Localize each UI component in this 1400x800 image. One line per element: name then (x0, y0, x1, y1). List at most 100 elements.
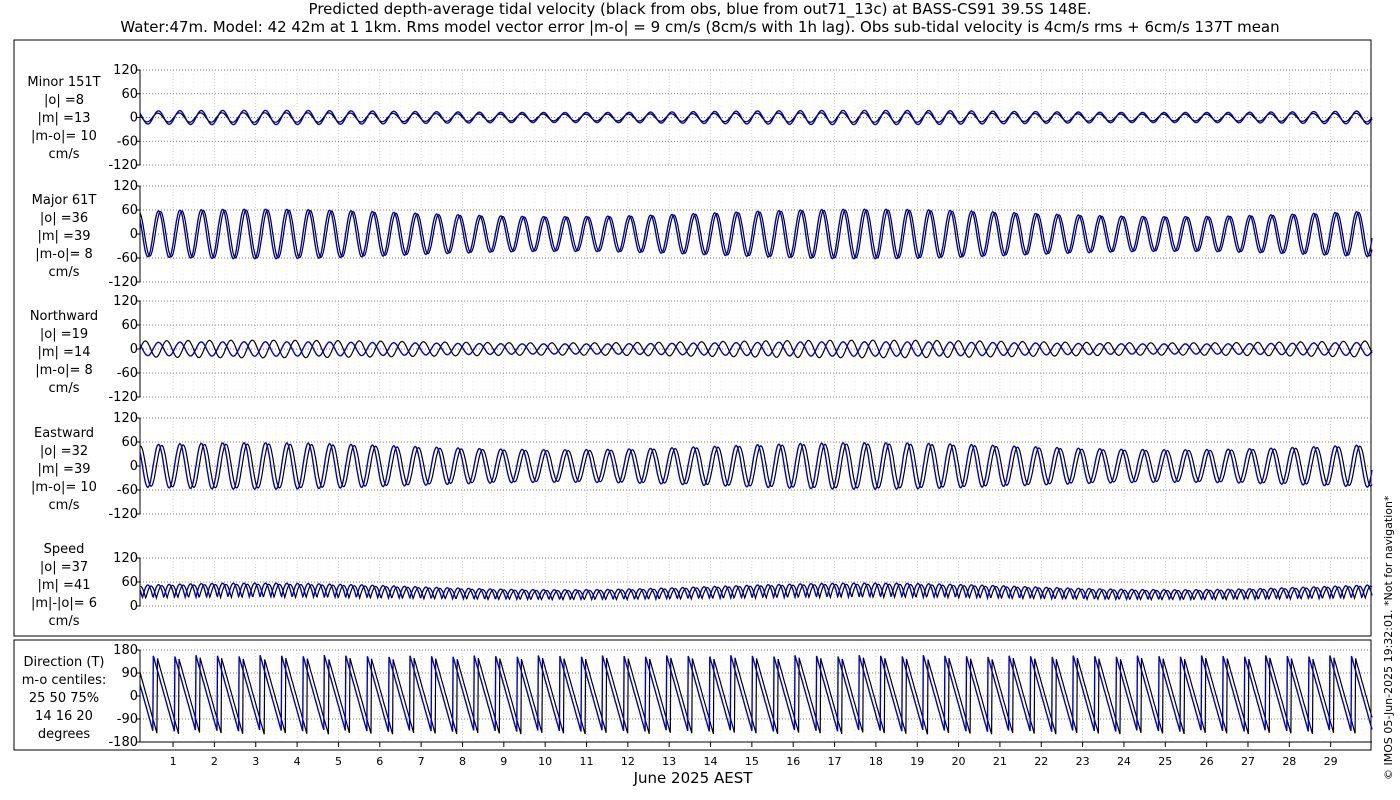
panel-label-line: |o| =37 (40, 560, 88, 575)
copyright-note: © IMOS 05-Jun-2025 19:32:01. *Not for na… (1382, 495, 1395, 780)
panel-label-line: cm/s (49, 614, 80, 629)
panel-speed: 120 60 0 Speed |o| =37 |m| =41 |m|-|o|= 6 cm/s (31, 542, 1373, 629)
x-tick-label: 7 (418, 755, 425, 768)
x-tick-label: 22 (1034, 755, 1048, 768)
y-tick-label: 60 (121, 87, 138, 102)
y-tick-label: 180 (113, 643, 138, 658)
panel-label-line: |m-o|= 10 (31, 129, 97, 144)
y-tick-label: -120 (108, 390, 138, 405)
x-tick-label: 27 (1241, 755, 1255, 768)
tidal-velocity-chart: Predicted depth-average tidal velocity (… (13, 0, 1395, 787)
x-tick-label: 19 (910, 755, 924, 768)
panel-label-east: Eastward |o| =32 |m| =39 |m-o|= 10 cm/s (31, 426, 97, 513)
y-tick-label: 120 (113, 179, 138, 194)
panel-label-line: |m| =39 (38, 462, 91, 477)
x-tick-label: 4 (294, 755, 301, 768)
x-tick-label: 11 (579, 755, 593, 768)
y-tick-label: -120 (108, 158, 138, 173)
panel-label-line: Northward (30, 309, 98, 324)
y-tick-label: 0 (130, 599, 138, 614)
y-tick-label: -120 (108, 507, 138, 522)
x-tick-label: 15 (745, 755, 759, 768)
y-tick-label: 120 (113, 411, 138, 426)
upper-frame-box (13, 39, 1372, 637)
panel-direction: 180 90 0 -90 -180 Direction (T) m-o centiles: 2… (22, 643, 1373, 750)
panels: 120 60 0 -60 -120 Minor 151T |o| =8 |m| =13 |m-o… (22, 63, 1373, 750)
panel-label-line: |m-o|= 8 (35, 247, 93, 262)
panel-label-line: |o| =8 (44, 93, 84, 108)
y-tick-label: 60 (121, 575, 138, 590)
x-tick-label: 14 (704, 755, 718, 768)
panel-label-line: |m-o|= 10 (31, 480, 97, 495)
panel-label-line: |m| =13 (38, 111, 91, 126)
panel-label-line: m-o centiles: (22, 673, 107, 688)
panel-label-line: Eastward (34, 426, 94, 441)
y-tick-label: 60 (121, 318, 138, 333)
panel-label-line: |m| =41 (38, 578, 91, 593)
panel-label-line: |m| =39 (38, 229, 91, 244)
panel-label-line: 25 50 75% (29, 691, 99, 706)
y-tick-label: -60 (117, 251, 138, 266)
x-tick-label: 21 (993, 755, 1007, 768)
panel-label-line: cm/s (49, 381, 80, 396)
panel-label-line: 14 16 20 (35, 709, 93, 724)
panel-label-line: |m| =14 (38, 345, 91, 360)
panel-major: 120 60 0 -60 -120 Major 61T |o| =36 |m| =39 |m-o… (32, 179, 1373, 290)
x-tick-label: 20 (952, 755, 966, 768)
panel-north: 120 60 0 -60 -120 Northward |o| =19 |m| =14 |m-o… (30, 294, 1373, 405)
y-tick-label: -60 (117, 366, 138, 381)
x-tick-label: 12 (621, 755, 635, 768)
panel-label-north: Northward |o| =19 |m| =14 |m-o|= 8 cm/s (30, 309, 98, 396)
x-tick-label: 8 (459, 755, 466, 768)
x-tick-label: 3 (252, 755, 259, 768)
chart-title-line2: Water:47m. Model: 42 42m at 1 1km. Rms m… (120, 18, 1279, 36)
x-axis-label: June 2025 AEST (633, 769, 754, 787)
upper-frame (13, 39, 1372, 637)
panel-label-speed: Speed |o| =37 |m| =41 |m|-|o|= 6 cm/s (31, 542, 97, 629)
panel-label-major: Major 61T |o| =36 |m| =39 |m-o|= 8 cm/s (32, 193, 97, 280)
y-tick-label: 120 (113, 63, 138, 78)
y-tick-label: 90 (121, 666, 138, 681)
y-tick-label: 0 (130, 111, 138, 126)
y-tick-label: 0 (130, 227, 138, 242)
y-tick-label: 0 (130, 689, 138, 704)
y-tick-label: 60 (121, 435, 138, 450)
panel-label-line: |m-o|= 8 (35, 363, 93, 378)
y-tick-label: 0 (130, 459, 138, 474)
chart-title-line1: Predicted depth-average tidal velocity (… (309, 0, 1092, 19)
y-tick-label: -60 (117, 134, 138, 149)
x-tick-label: 26 (1200, 755, 1214, 768)
x-tick-label: 6 (376, 755, 383, 768)
panel-label-line: cm/s (49, 498, 80, 513)
panel-minor: 120 60 0 -60 -120 Minor 151T |o| =8 |m| =13 |m-o… (27, 63, 1373, 173)
x-tick-label: 5 (335, 755, 342, 768)
panel-label-direction: Direction (T) m-o centiles: 25 50 75% 14 16… (22, 655, 107, 742)
y-tick-label: -180 (108, 735, 138, 750)
x-tick-label: 10 (538, 755, 552, 768)
panel-label-line: |o| =32 (40, 444, 88, 459)
panel-label-line: |o| =36 (40, 211, 88, 226)
x-tick-label: 2 (211, 755, 218, 768)
panel-label-line: Minor 151T (27, 75, 100, 90)
y-tick-label: 0 (130, 342, 138, 357)
x-tick-label: 23 (1076, 755, 1090, 768)
panel-label-line: |o| =19 (40, 327, 88, 342)
panel-label-line: degrees (38, 727, 91, 742)
y-tick-label: 60 (121, 203, 138, 218)
panel-label-line: cm/s (49, 265, 80, 280)
panel-label-line: |m|-|o|= 6 (31, 596, 97, 611)
x-tick-label: 28 (1282, 755, 1296, 768)
y-tick-label: -60 (117, 483, 138, 498)
y-tick-label: 120 (113, 551, 138, 566)
y-tick-label: 120 (113, 294, 138, 309)
x-tick-label: 25 (1158, 755, 1172, 768)
x-tick-label: 16 (786, 755, 800, 768)
x-axis: 1 2 3 4 5 6 7 8 9 10 11 12 13 14 15 16 17 18 19 20 21 22 23 24 2… (140, 741, 1372, 768)
x-tick-label: 1 (170, 755, 177, 768)
panel-east: 120 60 0 -60 -120 Eastward |o| =32 |m| =39 |m-o|… (31, 411, 1373, 522)
x-tick-label: 9 (500, 755, 507, 768)
y-tick-label: -90 (117, 712, 138, 727)
panel-label-line: Direction (T) (24, 655, 105, 670)
x-tick-label: 29 (1324, 755, 1338, 768)
panel-label-line: cm/s (49, 147, 80, 162)
